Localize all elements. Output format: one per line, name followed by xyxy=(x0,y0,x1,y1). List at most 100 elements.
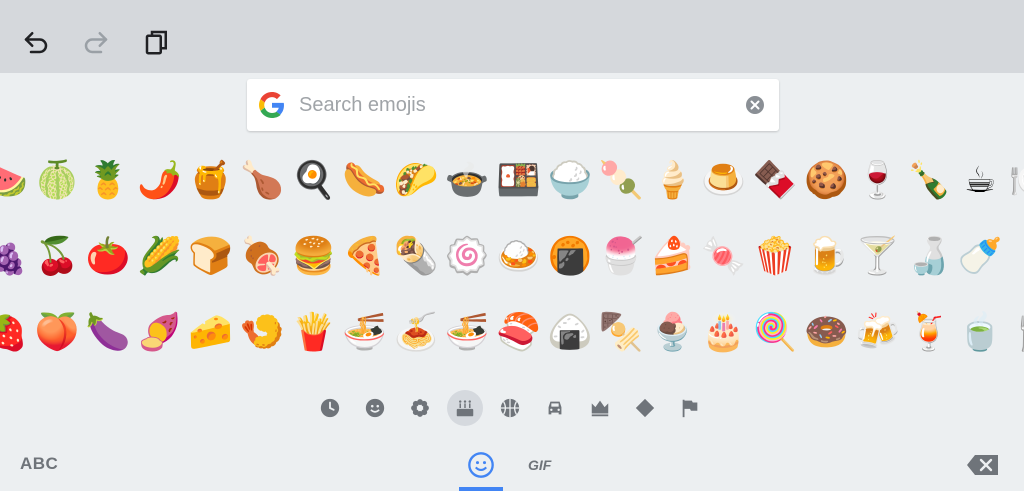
emoji-key[interactable]: 🍭 xyxy=(749,302,800,362)
category-symbols[interactable] xyxy=(627,390,663,426)
emoji-key[interactable]: 🍉 xyxy=(0,150,31,210)
emoji-key[interactable]: 🍦 xyxy=(647,150,698,210)
emoji-key[interactable]: 🍩 xyxy=(801,302,852,362)
search-input[interactable] xyxy=(299,89,719,121)
emoji-key[interactable]: 🍫 xyxy=(749,150,800,210)
emoji-key[interactable]: 🌶️ xyxy=(134,150,185,210)
emoji-key[interactable]: 🍍 xyxy=(83,150,134,210)
emoji-key[interactable]: 🍺 xyxy=(801,226,852,286)
emoji-key[interactable]: 🍰 xyxy=(647,226,698,286)
category-smileys[interactable] xyxy=(357,390,393,426)
emoji-key[interactable]: 🍿 xyxy=(749,226,800,286)
emoji-key[interactable]: 🍜 xyxy=(442,302,493,362)
emoji-key[interactable]: 🌮 xyxy=(390,150,441,210)
active-tab-indicator xyxy=(459,487,503,491)
emoji-key[interactable]: 🍠 xyxy=(134,302,185,362)
category-food[interactable] xyxy=(447,390,483,426)
emoji-grid: 🍉🍈🍍🌶️🍯🍗🍳🌭🌮🍲🍱🍚🍡🍦🍮🍫🍪🍷🍾☕🍽️ 🍇🍒🍅🌽🍞🍖🍔🍕🌯🍥🍛🍘🍧🍰🍬🍿… xyxy=(0,150,1024,365)
emoji-row-1: 🍉🍈🍍🌶️🍯🍗🍳🌭🌮🍲🍱🍚🍡🍦🍮🍫🍪🍷🍾☕🍽️ xyxy=(0,150,1024,210)
top-toolbar xyxy=(0,0,1024,73)
emoji-key[interactable]: 🍮 xyxy=(698,150,749,210)
emoji-key[interactable]: 🍲 xyxy=(442,150,493,210)
emoji-key[interactable]: 🍝 xyxy=(390,302,441,362)
emoji-key[interactable]: 🍈 xyxy=(31,150,82,210)
undo-button[interactable] xyxy=(16,22,56,62)
backspace-icon[interactable] xyxy=(966,453,1000,477)
emoji-key[interactable]: 🍤 xyxy=(236,302,287,362)
emoji-key[interactable]: 🌯 xyxy=(390,226,441,286)
gif-tab[interactable]: GIF xyxy=(528,457,551,473)
emoji-key[interactable]: 🍜 xyxy=(339,302,390,362)
emoji-key[interactable]: 🍱 xyxy=(493,150,544,210)
cake-icon xyxy=(456,400,474,417)
emoji-key[interactable]: 🍙 xyxy=(544,302,595,362)
crown-icon xyxy=(591,400,609,417)
emoji-key[interactable]: 🍘 xyxy=(544,226,595,286)
emoji-key[interactable]: 🍖 xyxy=(236,226,287,286)
emoji-key[interactable]: 🍡 xyxy=(596,150,647,210)
emoji-tab[interactable] xyxy=(459,440,503,491)
emoji-key[interactable]: 🍷 xyxy=(852,150,903,210)
emoji-key[interactable]: 🍗 xyxy=(236,150,287,210)
emoji-key[interactable]: 🍴 xyxy=(1006,302,1024,362)
emoji-key[interactable]: ☕ xyxy=(955,150,1006,210)
smiley-icon xyxy=(365,398,385,418)
emoji-key[interactable]: 🍔 xyxy=(288,226,339,286)
emoji-key[interactable]: 🍢 xyxy=(596,302,647,362)
emoji-key[interactable]: 🍒 xyxy=(31,226,82,286)
emoji-key[interactable]: 🌭 xyxy=(339,150,390,210)
emoji-key[interactable]: 🧀 xyxy=(185,302,236,362)
emoji-key[interactable]: 🍚 xyxy=(544,150,595,210)
emoji-key[interactable]: 🌽 xyxy=(134,226,185,286)
emoji-row-2: 🍇 🍒 🍅 🌽 🍞 🍖 🍔 🍕 🌯 🍥 🍛 🍘 🍧 🍰 🍬 🍿 🍺 🍸 🍶 🍼 xyxy=(0,226,1006,286)
emoji-category-bar xyxy=(312,390,717,426)
google-logo-icon xyxy=(259,92,284,118)
emoji-search-bar[interactable] xyxy=(247,79,779,131)
emoji-key[interactable]: 🍇 xyxy=(0,226,31,286)
emoji-key[interactable]: 🍥 xyxy=(442,226,493,286)
emoji-key[interactable]: 🍟 xyxy=(288,302,339,362)
category-travel[interactable] xyxy=(537,390,573,426)
clock-icon xyxy=(320,398,340,418)
emoji-key[interactable]: 🍆 xyxy=(83,302,134,362)
emoji-key[interactable]: 🍕 xyxy=(339,226,390,286)
emoji-key[interactable]: 🍛 xyxy=(493,226,544,286)
redo-icon xyxy=(84,32,108,54)
ball-icon xyxy=(500,398,520,418)
keyboard-bottom-bar: ABC GIF xyxy=(0,440,1024,491)
car-icon xyxy=(548,401,562,415)
emoji-key[interactable]: 🍾 xyxy=(903,150,954,210)
clear-search-icon[interactable] xyxy=(745,95,765,115)
emoji-key[interactable]: 🍳 xyxy=(288,150,339,210)
emoji-key[interactable]: 🍯 xyxy=(185,150,236,210)
smiley-icon xyxy=(468,452,494,478)
emoji-key[interactable]: 🍽️ xyxy=(1006,150,1024,210)
emoji-key[interactable]: 🍸 xyxy=(852,226,903,286)
emoji-key[interactable]: 🍣 xyxy=(493,302,544,362)
emoji-key[interactable]: 🍶 xyxy=(903,226,954,286)
emoji-key[interactable]: 🍅 xyxy=(83,226,134,286)
emoji-key[interactable]: 🍻 xyxy=(852,302,903,362)
emoji-key[interactable]: 🍪 xyxy=(801,150,852,210)
category-activities[interactable] xyxy=(492,390,528,426)
category-recent[interactable] xyxy=(312,390,348,426)
category-nature[interactable] xyxy=(402,390,438,426)
emoji-key[interactable]: 🍹 xyxy=(903,302,954,362)
emoji-key[interactable]: 🍧 xyxy=(596,226,647,286)
emoji-key[interactable]: 🍵 xyxy=(955,302,1006,362)
redo-button[interactable] xyxy=(76,22,116,62)
diamond-icon xyxy=(635,398,655,418)
emoji-key[interactable]: 🍬 xyxy=(698,226,749,286)
emoji-key[interactable]: 🍞 xyxy=(185,226,236,286)
emoji-key[interactable]: 🍼 xyxy=(955,226,1006,286)
emoji-key[interactable]: 🍓 xyxy=(0,302,31,362)
category-objects[interactable] xyxy=(582,390,618,426)
clipboard-button[interactable] xyxy=(137,22,177,62)
category-flags[interactable] xyxy=(672,390,708,426)
emoji-row-3: 🍓🍑🍆🍠🧀🍤🍟🍜🍝🍜🍣🍙🍢🍨🎂🍭🍩🍻🍹🍵🍴 xyxy=(0,302,1024,362)
flower-icon xyxy=(411,399,429,417)
emoji-key[interactable]: 🍑 xyxy=(31,302,82,362)
abc-button[interactable]: ABC xyxy=(20,454,58,474)
emoji-key[interactable]: 🎂 xyxy=(698,302,749,362)
emoji-key[interactable]: 🍨 xyxy=(647,302,698,362)
